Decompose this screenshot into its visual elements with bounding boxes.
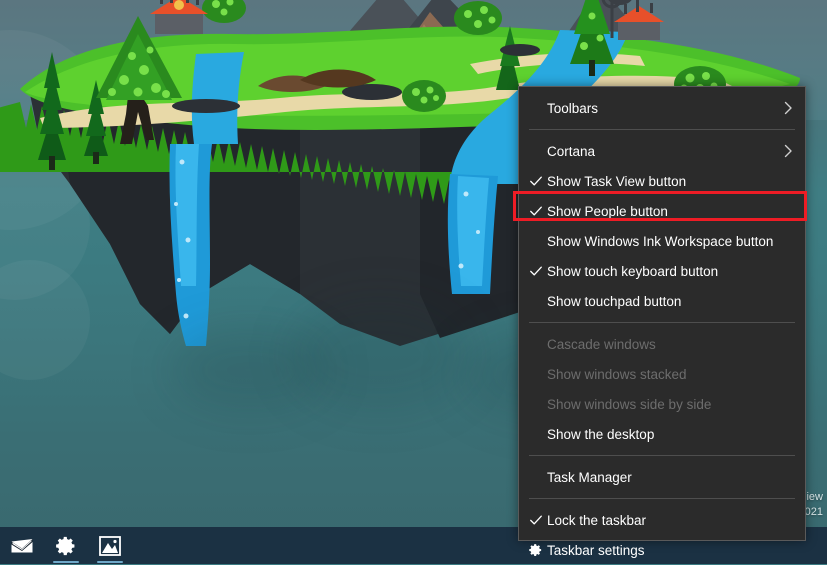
taskbar-item-settings[interactable]	[44, 527, 88, 564]
menu-item-show-people[interactable]: Show People button	[519, 196, 805, 226]
taskbar-active-indicator-settings	[53, 561, 79, 563]
menu-item-show-task-view[interactable]: Show Task View button	[519, 166, 805, 196]
highlighted-menu-item-wrapper: Show People button	[513, 191, 807, 226]
menu-item-label: Show Task View button	[547, 173, 687, 189]
menu-separator	[529, 455, 795, 456]
wallpaper-shadow-3	[170, 330, 330, 410]
gear-icon	[56, 536, 75, 555]
checkmark-icon	[529, 513, 543, 527]
taskbar-active-indicator-photos	[97, 561, 123, 563]
watermark-line-1: iew	[806, 491, 823, 503]
checkmark-icon	[530, 515, 542, 525]
chevron-right-icon	[783, 101, 793, 115]
photos-icon	[99, 535, 121, 556]
menu-item-cascade-windows: Cascade windows	[519, 329, 805, 359]
menu-item-label: Cortana	[547, 143, 596, 159]
watermark-line-2: 021	[804, 506, 823, 518]
menu-separator	[529, 129, 795, 130]
menu-item-label: Lock the taskbar	[547, 512, 647, 528]
taskbar-context-menu[interactable]: Toolbars Cortana Show Task View button Show…	[513, 86, 807, 558]
menu-item-label: Show touch keyboard button	[547, 263, 719, 279]
menu-separator	[529, 498, 795, 499]
menu-item-show-touchpad[interactable]: Show touchpad button	[519, 286, 805, 316]
checkmark-icon	[530, 206, 542, 216]
menu-item-toolbars[interactable]: Toolbars	[519, 93, 805, 123]
checkmark-icon	[530, 176, 542, 186]
evaluation-copy-watermark: iew 021	[805, 490, 823, 520]
menu-item-label: Task Manager	[547, 469, 632, 485]
gear-icon	[528, 543, 543, 558]
menu-item-show-windows-side: Show windows side by side	[519, 389, 805, 419]
menu-item-taskbar-settings[interactable]: Taskbar settings	[519, 535, 805, 565]
menu-item-label: Show People button	[547, 203, 668, 219]
menu-item-label: Show windows stacked	[547, 366, 687, 382]
menu-item-cortana[interactable]: Cortana	[519, 136, 805, 166]
taskbar-item-photos[interactable]	[88, 527, 132, 564]
menu-item-label: Show windows side by side	[547, 396, 712, 412]
menu-item-lock-the-taskbar[interactable]: Lock the taskbar	[519, 505, 805, 535]
menu-item-label: Show the desktop	[547, 426, 655, 442]
menu-item-task-manager[interactable]: Task Manager	[519, 462, 805, 492]
chevron-right-icon	[783, 144, 793, 158]
menu-item-show-windows-stacked: Show windows stacked	[519, 359, 805, 389]
chevron-right-icon	[784, 101, 792, 115]
menu-item-label: Show Windows Ink Workspace button	[547, 233, 774, 249]
menu-item-show-touch-keyboard[interactable]: Show touch keyboard button	[519, 256, 805, 286]
menu-item-label: Cascade windows	[547, 336, 656, 352]
checkmark-icon	[530, 266, 542, 276]
checkmark-icon	[529, 174, 543, 188]
menu-item-label: Toolbars	[547, 100, 599, 116]
checkmark-icon	[529, 264, 543, 278]
menu-item-label: Taskbar settings	[547, 542, 645, 558]
menu-item-label: Show touchpad button	[547, 293, 682, 309]
checkmark-icon	[529, 204, 543, 218]
menu-separator	[529, 322, 795, 323]
taskbar-item-mail[interactable]	[0, 527, 44, 564]
chevron-right-icon	[784, 144, 792, 158]
menu-item-show-the-desktop[interactable]: Show the desktop	[519, 419, 805, 449]
mail-icon	[11, 538, 33, 552]
gear-icon	[529, 544, 542, 556]
menu-item-show-windows-ink[interactable]: Show Windows Ink Workspace button	[519, 226, 805, 256]
